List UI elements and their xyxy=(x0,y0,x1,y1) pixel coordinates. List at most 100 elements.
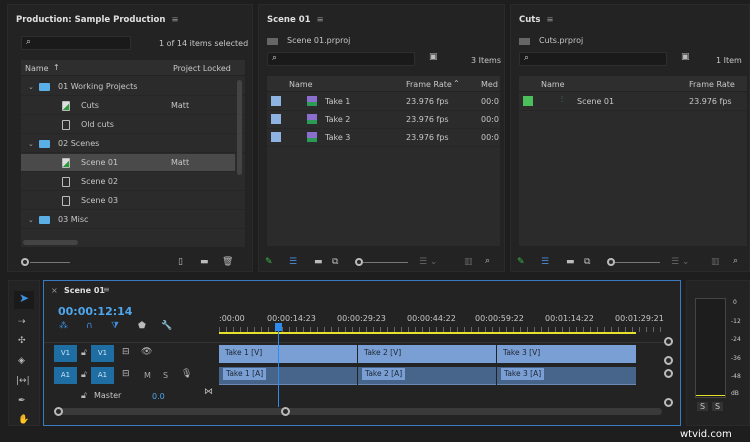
chevron-down-icon[interactable]: ⌄ xyxy=(28,83,34,91)
list-view-icon[interactable]: ☰ xyxy=(289,257,297,267)
audio-clip[interactable]: Take 1 [A] xyxy=(219,367,357,385)
time-ruler[interactable]: :00:00 00:00:14:23 00:00:29:23 00:00:44:… xyxy=(219,311,664,335)
fit-icon[interactable]: ⋈ xyxy=(204,387,213,397)
zoom-slider[interactable] xyxy=(355,258,363,266)
table-row[interactable]: Take 3 23.976 fps 00:0 xyxy=(267,129,500,147)
timecode[interactable]: 00:00:12:14 xyxy=(58,305,132,318)
trash-icon[interactable]: 🗑 xyxy=(222,257,233,267)
pencil-icon[interactable]: ✎ xyxy=(265,257,273,267)
table-row[interactable]: Take 1 23.976 fps 00:0 xyxy=(267,93,500,111)
scroll-start-handle[interactable] xyxy=(54,407,63,416)
track-height-handle[interactable] xyxy=(664,337,673,346)
menu-icon[interactable]: ≡ xyxy=(317,15,324,25)
ripple-edit-tool-icon[interactable]: ✣ xyxy=(18,336,26,346)
master-volume[interactable]: 0.0 xyxy=(152,392,165,401)
hand-tool-icon[interactable]: ✋ xyxy=(18,415,29,425)
razor-tool-icon[interactable]: ◈ xyxy=(18,356,25,366)
solo-left-button[interactable]: S xyxy=(697,402,709,411)
vertical-scrollbar[interactable] xyxy=(237,80,242,175)
work-area-bar[interactable] xyxy=(219,332,636,334)
linked-selection-icon[interactable]: ⧩ xyxy=(111,321,119,331)
add-marker-icon[interactable]: ⬟ xyxy=(138,321,146,331)
column-name[interactable]: Name xyxy=(541,80,565,89)
zoom-slider-track[interactable] xyxy=(30,262,70,263)
track-v1-button[interactable]: V1 xyxy=(91,345,114,362)
horizontal-scrollbar[interactable] xyxy=(57,408,662,415)
track-height-handle[interactable] xyxy=(664,369,673,378)
label-color[interactable] xyxy=(271,132,281,142)
search-input[interactable]: ⌕ xyxy=(267,52,415,66)
pen-tool-icon[interactable]: ✒ xyxy=(18,396,26,406)
lock-icon[interactable]: 🔓︎ xyxy=(81,391,87,401)
column-frame-rate[interactable]: Frame Rate xyxy=(406,80,452,89)
label-color[interactable] xyxy=(271,96,281,106)
slip-tool-icon[interactable]: |↔| xyxy=(16,376,30,386)
nest-icon[interactable]: ⁂ xyxy=(59,321,68,331)
zoom-slider[interactable] xyxy=(607,258,615,266)
find-icon[interactable]: ⌕ xyxy=(485,256,490,266)
track-select-tool-icon[interactable]: ⇢ xyxy=(18,317,26,327)
column-frame-rate[interactable]: Frame Rate xyxy=(689,80,735,89)
freeform-view-icon[interactable]: ⧉ xyxy=(332,257,338,267)
automate-icon[interactable]: ▥ xyxy=(711,257,720,267)
sort-icon[interactable]: ☰ ⌄ xyxy=(419,257,437,267)
horizontal-scrollbar[interactable] xyxy=(23,240,78,245)
chevron-down-icon[interactable]: ⌄ xyxy=(28,216,34,224)
audio-clip[interactable]: Take 2 [A] xyxy=(358,367,496,385)
track-a1-button[interactable]: A1 xyxy=(91,367,114,384)
audio-clip[interactable]: Take 3 [A] xyxy=(497,367,636,385)
list-item-selected[interactable]: Scene 01 Matt xyxy=(21,154,235,172)
zoom-slider-track[interactable] xyxy=(615,262,660,263)
panel-title[interactable]: Production: Sample Production ≡ xyxy=(16,15,179,25)
close-icon[interactable]: × xyxy=(51,286,58,295)
list-item[interactable]: Scene 02 xyxy=(21,173,245,191)
new-bin-icon[interactable]: ▬ xyxy=(200,257,209,267)
list-item[interactable]: ⌄ 03 Misc xyxy=(21,211,245,229)
video-clip[interactable]: Take 3 [V] xyxy=(497,345,636,363)
list-item[interactable]: Old cuts xyxy=(21,116,245,134)
video-clip[interactable]: Take 2 [V] xyxy=(358,345,496,363)
panel-title[interactable]: Scene 01 ≡ xyxy=(267,15,324,25)
mute-button[interactable]: M xyxy=(144,371,151,380)
freeform-view-icon[interactable]: ⧉ xyxy=(584,257,590,267)
table-row[interactable]: ⫶ Scene 01 23.976 fps xyxy=(519,93,747,111)
scroll-end-handle[interactable] xyxy=(281,407,290,416)
microphone-icon[interactable]: 🎙︎ xyxy=(181,369,192,379)
new-search-bin-icon[interactable]: ▣ xyxy=(429,52,438,62)
column-name[interactable]: Name xyxy=(25,64,49,73)
chevron-down-icon[interactable]: ⌄ xyxy=(28,140,34,148)
list-item[interactable]: Scene 03 xyxy=(21,192,245,210)
list-view-icon[interactable]: ☰ xyxy=(541,257,549,267)
timeline-tab[interactable]: Scene 01 xyxy=(64,286,105,295)
icon-view-icon[interactable]: ▬ xyxy=(314,257,323,267)
list-item[interactable]: ⌄ 01 Working Projects xyxy=(21,78,245,96)
column-name[interactable]: Name xyxy=(289,80,313,89)
pencil-icon[interactable]: ✎ xyxy=(517,257,525,267)
sort-icon[interactable]: ☰ ⌄ xyxy=(671,257,689,267)
snap-icon[interactable]: ∩ xyxy=(86,321,93,331)
list-item[interactable]: Cuts Matt xyxy=(21,97,245,115)
new-search-bin-icon[interactable]: ▣ xyxy=(681,52,690,62)
new-item-icon[interactable]: ▯ xyxy=(178,257,183,267)
find-icon[interactable]: ⌕ xyxy=(733,256,738,266)
label-color[interactable] xyxy=(523,96,533,106)
lock-icon[interactable]: 🔓︎ xyxy=(81,348,87,358)
track-height-handle[interactable] xyxy=(664,398,673,407)
automate-icon[interactable]: ▥ xyxy=(464,257,473,267)
table-row[interactable]: Take 2 23.976 fps 00:0 xyxy=(267,111,500,129)
source-a1-button[interactable]: A1 xyxy=(54,367,77,384)
search-input[interactable]: ⌕ xyxy=(21,36,131,50)
search-input[interactable]: ⌕ xyxy=(519,52,667,66)
source-v1-button[interactable]: V1 xyxy=(54,345,77,362)
solo-button[interactable]: S xyxy=(163,371,168,380)
column-project-locked[interactable]: Project Locked xyxy=(173,64,231,73)
icon-view-icon[interactable]: ▬ xyxy=(566,257,575,267)
selection-tool-icon[interactable]: ➤ xyxy=(14,291,34,309)
menu-icon[interactable]: ≡ xyxy=(171,15,178,25)
column-media[interactable]: Med xyxy=(481,80,498,89)
sync-lock-icon[interactable]: ⊟ xyxy=(122,369,130,379)
video-clip[interactable]: Take 1 [V] xyxy=(219,345,357,363)
panel-title[interactable]: Cuts ≡ xyxy=(519,15,554,25)
label-color[interactable] xyxy=(271,114,281,124)
eye-icon[interactable]: 👁︎ xyxy=(141,347,152,357)
